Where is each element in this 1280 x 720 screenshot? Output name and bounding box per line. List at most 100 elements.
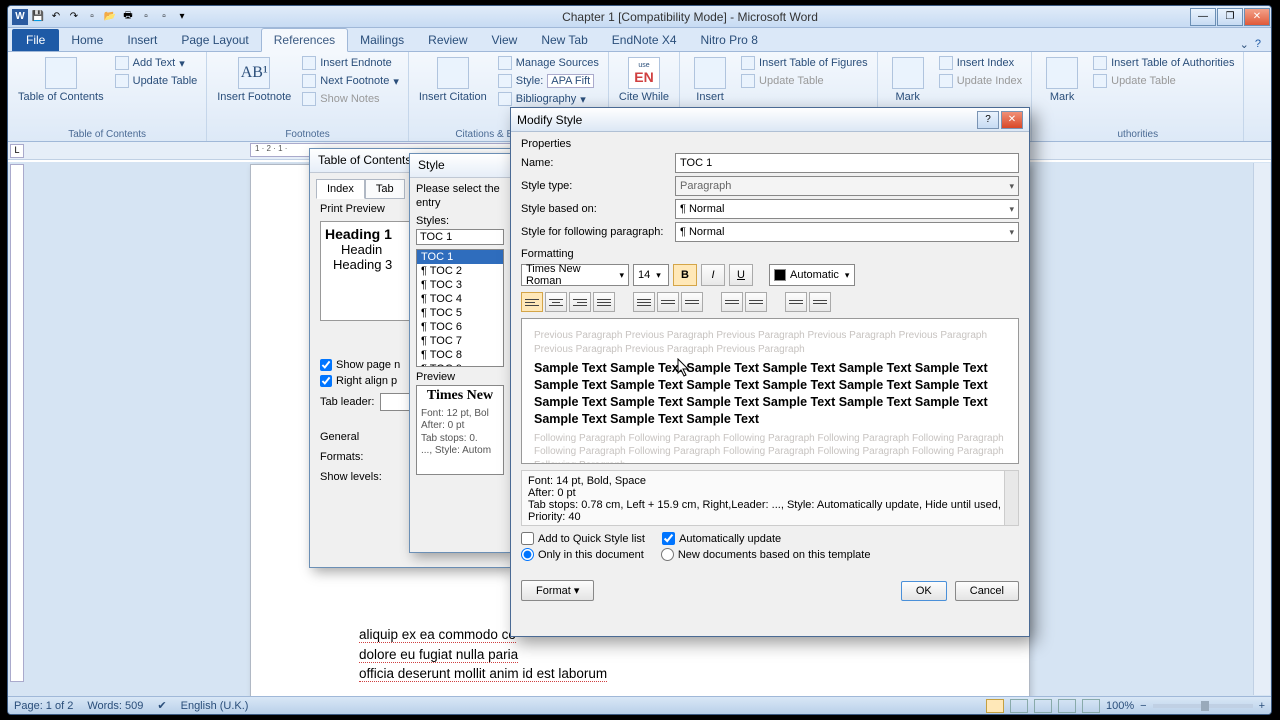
italic-button[interactable]: I: [701, 264, 725, 286]
tab-review[interactable]: Review: [416, 29, 479, 51]
view-web-icon[interactable]: [1034, 699, 1052, 713]
show-notes-button[interactable]: Show Notes: [299, 91, 402, 107]
vertical-scrollbar[interactable]: [1253, 163, 1270, 695]
list-item[interactable]: ¶ TOC 7: [417, 334, 503, 348]
close-button[interactable]: ✕: [1244, 8, 1270, 26]
insert-tof-button[interactable]: Insert Table of Figures: [738, 55, 871, 71]
status-language[interactable]: English (U.K.): [181, 700, 249, 712]
type-combo[interactable]: Paragraph: [675, 176, 1019, 196]
new-icon[interactable]: ▫: [84, 9, 100, 25]
based-on-combo[interactable]: ¶ Normal: [675, 199, 1019, 219]
qat-dropdown-icon[interactable]: ▾: [174, 9, 190, 25]
update-table-button[interactable]: Update Table: [112, 73, 201, 89]
list-item[interactable]: ¶ TOC 2: [417, 264, 503, 278]
qat-icon[interactable]: ▫: [138, 9, 154, 25]
styles-combo[interactable]: TOC 1: [416, 229, 504, 245]
zoom-slider[interactable]: [1153, 704, 1253, 708]
font-size-combo[interactable]: 14: [633, 264, 669, 286]
vertical-ruler[interactable]: [10, 164, 24, 682]
minimize-button[interactable]: —: [1190, 8, 1216, 26]
insert-toa-button[interactable]: Insert Table of Authorities: [1090, 55, 1237, 71]
tab-new-tab[interactable]: New Tab: [529, 29, 599, 51]
tab-index[interactable]: Index: [316, 179, 365, 199]
only-document-radio[interactable]: Only in this document: [521, 548, 644, 561]
zoom-out-button[interactable]: −: [1140, 700, 1146, 712]
status-words[interactable]: Words: 509: [87, 700, 143, 712]
view-outline-icon[interactable]: [1058, 699, 1076, 713]
view-draft-icon[interactable]: [1082, 699, 1100, 713]
maximize-button[interactable]: ❐: [1217, 8, 1243, 26]
list-item[interactable]: ¶ TOC 3: [417, 278, 503, 292]
tab-endnote[interactable]: EndNote X4: [600, 29, 689, 51]
underline-button[interactable]: U: [729, 264, 753, 286]
space-after-button[interactable]: [745, 292, 767, 312]
format-button[interactable]: Format ▾: [521, 580, 594, 601]
tab-page-layout[interactable]: Page Layout: [169, 29, 260, 51]
bold-button[interactable]: B: [673, 264, 697, 286]
minimize-ribbon-icon[interactable]: ⌄: [1240, 38, 1249, 51]
insert-endnote-button[interactable]: Insert Endnote: [299, 55, 402, 71]
list-item[interactable]: ¶ TOC 8: [417, 348, 503, 362]
cancel-button[interactable]: Cancel: [955, 581, 1019, 601]
list-item[interactable]: ¶ TOC 4: [417, 292, 503, 306]
increase-indent-button[interactable]: [809, 292, 831, 312]
tab-references[interactable]: References: [261, 28, 348, 52]
add-text-button[interactable]: Add Text ▾: [112, 55, 201, 71]
align-left-button[interactable]: [521, 292, 543, 312]
redo-icon[interactable]: ↷: [66, 9, 82, 25]
qat-icon[interactable]: ▫: [156, 9, 172, 25]
align-right-button[interactable]: [569, 292, 591, 312]
update-index-button[interactable]: Update Index: [936, 73, 1025, 89]
tab-insert[interactable]: Insert: [115, 29, 169, 51]
list-item[interactable]: ¶ TOC 9: [417, 362, 503, 367]
close-button[interactable]: ✕: [1001, 111, 1023, 129]
help-icon[interactable]: ?: [1255, 38, 1261, 51]
status-page[interactable]: Page: 1 of 2: [14, 700, 73, 712]
desc-scrollbar[interactable]: [1004, 471, 1018, 525]
ruler-corner[interactable]: L: [10, 144, 24, 158]
update-tof-button[interactable]: Update Table: [738, 73, 871, 89]
new-documents-radio[interactable]: New documents based on this template: [661, 548, 871, 561]
align-center-button[interactable]: [545, 292, 567, 312]
view-print-layout-icon[interactable]: [986, 699, 1004, 713]
bibliography-button[interactable]: Bibliography ▾: [495, 91, 602, 107]
help-button[interactable]: ?: [977, 111, 999, 129]
file-tab[interactable]: File: [12, 29, 59, 51]
list-item[interactable]: ¶ TOC 5: [417, 306, 503, 320]
line-spacing-15-button[interactable]: [657, 292, 679, 312]
add-quick-style-checkbox[interactable]: Add to Quick Style list: [521, 532, 645, 545]
undo-icon[interactable]: ↶: [48, 9, 64, 25]
tab-view[interactable]: View: [480, 29, 530, 51]
open-icon[interactable]: 📂: [102, 9, 118, 25]
line-spacing-1-button[interactable]: [633, 292, 655, 312]
styles-list[interactable]: TOC 1 ¶ TOC 2 ¶ TOC 3 ¶ TOC 4 ¶ TOC 5 ¶ …: [416, 249, 504, 367]
print-icon[interactable]: 🖶: [120, 9, 136, 25]
tab-table[interactable]: Tab: [365, 179, 405, 199]
next-footnote-button[interactable]: Next Footnote ▾: [299, 73, 402, 89]
save-icon[interactable]: 💾: [30, 9, 46, 25]
mark-citation-button[interactable]: Mark: [1038, 55, 1086, 126]
ok-button[interactable]: OK: [901, 581, 947, 601]
font-family-combo[interactable]: Times New Roman: [521, 264, 629, 286]
table-of-contents-button[interactable]: Table of Contents: [14, 55, 108, 126]
zoom-level[interactable]: 100%: [1106, 700, 1134, 712]
zoom-in-button[interactable]: +: [1259, 700, 1265, 712]
tab-mailings[interactable]: Mailings: [348, 29, 416, 51]
status-spellcheck-icon[interactable]: ✔: [157, 699, 166, 712]
align-justify-button[interactable]: [593, 292, 615, 312]
name-input[interactable]: TOC 1: [675, 153, 1019, 173]
update-toa-button[interactable]: Update Table: [1090, 73, 1237, 89]
list-item[interactable]: ¶ TOC 6: [417, 320, 503, 334]
view-full-screen-icon[interactable]: [1010, 699, 1028, 713]
citation-style-combo[interactable]: Style: APA Fift: [495, 73, 602, 89]
insert-footnote-button[interactable]: AB¹Insert Footnote: [213, 55, 295, 126]
insert-index-button[interactable]: Insert Index: [936, 55, 1025, 71]
manage-sources-button[interactable]: Manage Sources: [495, 55, 602, 71]
decrease-indent-button[interactable]: [785, 292, 807, 312]
auto-update-checkbox[interactable]: Automatically update: [662, 532, 781, 545]
line-spacing-2-button[interactable]: [681, 292, 703, 312]
insert-citation-button[interactable]: Insert Citation: [415, 55, 491, 126]
tab-home[interactable]: Home: [59, 29, 115, 51]
font-color-combo[interactable]: Automatic: [769, 264, 855, 286]
tab-nitro[interactable]: Nitro Pro 8: [689, 29, 770, 51]
